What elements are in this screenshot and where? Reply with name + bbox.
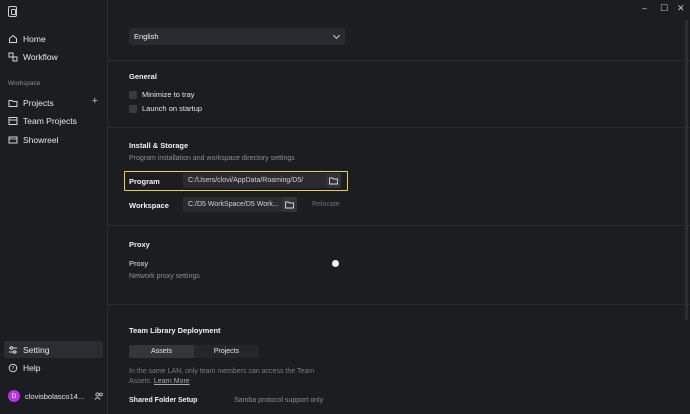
- svg-text:?: ?: [12, 366, 15, 372]
- settings-panel: English General Minimize to tray Launch …: [108, 0, 690, 414]
- divider: [108, 127, 690, 128]
- workspace-browse-button[interactable]: [282, 197, 297, 212]
- home-icon: [8, 34, 18, 44]
- sidebar-item-label: Projects: [23, 97, 54, 108]
- divider: [108, 304, 690, 305]
- general-section-title: General: [129, 72, 157, 81]
- samba-note: Samba protocol support only: [234, 397, 324, 404]
- tab-assets[interactable]: Assets: [129, 345, 194, 358]
- proxy-label: Proxy: [129, 259, 149, 268]
- program-browse-button[interactable]: [326, 173, 341, 188]
- folder-icon: [8, 98, 18, 108]
- user-account[interactable]: D clovisbolasco14...: [8, 390, 104, 402]
- shared-folder-setup-title: Shared Folder Setup: [129, 397, 198, 404]
- language-value: English: [134, 32, 159, 41]
- chevron-down-icon: [332, 31, 341, 40]
- username: clovisbolasco14...: [25, 391, 85, 401]
- workspace-path-field[interactable]: C:/D5 WorkSpace/D5 Work...: [183, 197, 283, 212]
- sidebar-item-workflow[interactable]: Workflow: [4, 48, 103, 65]
- program-label: Program: [129, 177, 160, 186]
- app-logo-icon: [8, 6, 17, 17]
- sliders-icon: [8, 345, 18, 355]
- minimize-to-tray-label: Minimize to tray: [142, 90, 195, 99]
- learn-more-link[interactable]: Learn More: [154, 378, 190, 385]
- program-path-field[interactable]: C:/Users/clovi/AppData/Roaming/D5/: [183, 173, 333, 188]
- sidebar-item-label: Home: [23, 33, 46, 44]
- add-project-button[interactable]: +: [92, 96, 98, 107]
- sidebar-item-home[interactable]: Home: [4, 30, 103, 47]
- sidebar: Home Workflow Workspace Projects + Team …: [0, 0, 108, 414]
- workflow-icon: [8, 52, 18, 62]
- proxy-toggle[interactable]: [332, 260, 339, 267]
- sidebar-item-showreel[interactable]: Showreel: [4, 131, 103, 148]
- help-icon: ?: [8, 363, 18, 373]
- team-library-section-title: Team Library Deployment: [129, 326, 221, 335]
- folder-open-icon: [329, 177, 338, 184]
- divider: [108, 60, 690, 61]
- workspace-section-label: Workspace: [8, 80, 41, 87]
- sidebar-item-label: Help: [23, 362, 41, 373]
- avatar: D: [8, 390, 20, 402]
- folder-open-icon: [285, 201, 294, 208]
- team-projects-icon: [8, 116, 18, 126]
- storage-section-title: Install & Storage: [129, 141, 189, 150]
- workspace-label: Workspace: [129, 201, 169, 210]
- sidebar-item-label: Showreel: [23, 134, 59, 145]
- language-select[interactable]: English: [129, 28, 345, 45]
- launch-on-startup-option[interactable]: Launch on startup: [129, 104, 202, 113]
- sidebar-item-label: Setting: [23, 344, 50, 355]
- team-library-description: In the same LAN, only team members can a…: [129, 367, 329, 387]
- minimize-to-tray-checkbox[interactable]: [129, 90, 137, 99]
- proxy-section-title: Proxy: [129, 240, 150, 249]
- tab-projects[interactable]: Projects: [194, 345, 259, 358]
- proxy-subtitle: Network proxy settings: [129, 273, 200, 280]
- team-members-icon[interactable]: [94, 392, 104, 400]
- relocate-button[interactable]: Relocate: [312, 201, 340, 208]
- minimize-to-tray-option[interactable]: Minimize to tray: [129, 90, 195, 99]
- scrollbar[interactable]: [685, 20, 688, 320]
- sidebar-item-help[interactable]: ? Help: [4, 359, 103, 376]
- divider: [108, 225, 690, 226]
- sidebar-item-setting[interactable]: Setting: [4, 341, 103, 358]
- launch-on-startup-checkbox[interactable]: [129, 104, 137, 113]
- sidebar-item-team-projects[interactable]: Team Projects: [4, 112, 103, 129]
- storage-section-subtitle: Program installation and workspace direc…: [129, 155, 295, 162]
- team-library-tabs: Assets Projects: [129, 345, 259, 358]
- sidebar-item-projects[interactable]: Projects: [4, 94, 103, 111]
- sidebar-item-label: Workflow: [23, 51, 58, 62]
- launch-on-startup-label: Launch on startup: [142, 104, 203, 113]
- showreel-icon: [8, 135, 18, 145]
- sidebar-item-label: Team Projects: [23, 115, 77, 126]
